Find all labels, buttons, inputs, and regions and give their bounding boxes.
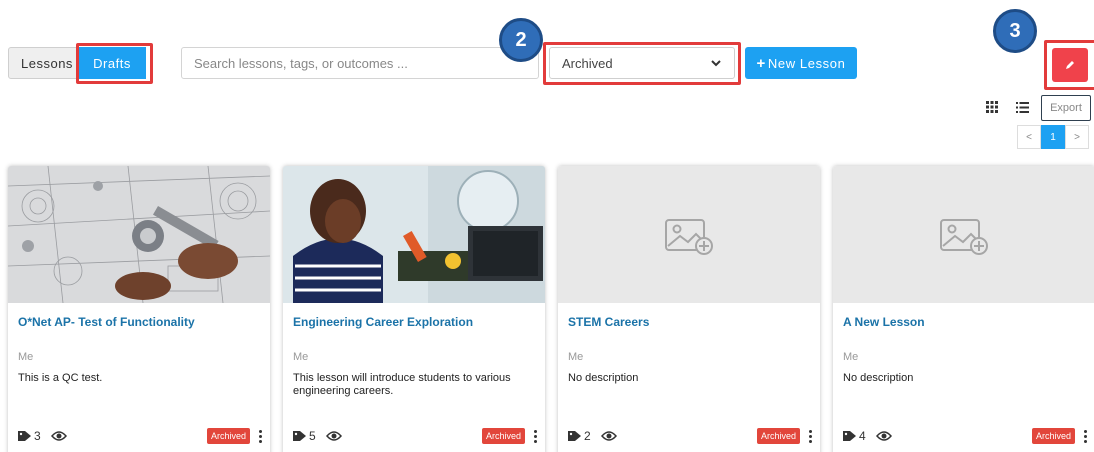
tag-count: 3 [34, 429, 41, 443]
tab-lessons[interactable]: Lessons [8, 47, 78, 79]
pencil-icon [1066, 61, 1074, 69]
eye-icon [600, 431, 617, 441]
eye-icon [325, 431, 342, 441]
status-filter-value: Archived [562, 55, 613, 71]
lesson-card-grid: O*Net AP- Test of Functionality Me This … [8, 166, 1094, 452]
pager-next[interactable]: > [1065, 125, 1089, 149]
lesson-title[interactable]: Engineering Career Exploration [283, 315, 545, 329]
chevron-down-icon [711, 60, 721, 67]
lesson-author: Me [293, 351, 309, 363]
kebab-icon[interactable] [259, 429, 263, 443]
lesson-title[interactable]: O*Net AP- Test of Functionality [8, 315, 270, 329]
new-lesson-label: New Lesson [767, 55, 846, 71]
lesson-author: Me [18, 351, 34, 363]
plus-icon: + [756, 54, 766, 72]
new-lesson-button[interactable]: + New Lesson [745, 47, 857, 79]
eye-icon [50, 431, 67, 441]
lesson-card[interactable]: STEM Careers Me No description 2 Archive… [558, 166, 820, 452]
image-placeholder-icon [665, 219, 713, 255]
status-filter-select[interactable]: Archived [549, 47, 735, 79]
lesson-card[interactable]: O*Net AP- Test of Functionality Me This … [8, 166, 270, 452]
lesson-author: Me [568, 351, 584, 363]
tag-icon [843, 431, 856, 441]
image-placeholder-icon [940, 219, 988, 255]
tab-drafts[interactable]: Drafts [78, 47, 146, 79]
callout-badge-2: 2 [499, 18, 543, 62]
pagination: < 1 > [1017, 125, 1089, 149]
status-badge: Archived [481, 428, 525, 444]
pager-page-1[interactable]: 1 [1041, 125, 1065, 149]
tag-icon [568, 431, 581, 441]
lesson-title[interactable]: A New Lesson [833, 315, 1094, 329]
status-badge: Archived [206, 428, 250, 444]
lesson-thumbnail [283, 166, 545, 303]
callout-badge-3: 3 [993, 9, 1037, 53]
status-badge: Archived [756, 428, 800, 444]
lesson-card[interactable]: Engineering Career Exploration Me This l… [283, 166, 545, 452]
lesson-thumbnail [8, 166, 270, 303]
lesson-card[interactable]: A New Lesson Me No description 4 Archive… [833, 166, 1094, 452]
export-button[interactable]: Export [1041, 95, 1091, 121]
lesson-thumbnail [558, 166, 820, 303]
card-footer: 2 Archived [568, 428, 813, 444]
search-input[interactable] [181, 47, 539, 79]
grid-icon [986, 101, 998, 113]
lesson-description: This lesson will introduce students to v… [293, 372, 511, 397]
list-view-button[interactable] [1011, 96, 1033, 118]
lesson-title[interactable]: STEM Careers [558, 315, 820, 329]
eye-icon [875, 431, 892, 441]
lesson-description: No description [568, 372, 639, 384]
tag-icon [18, 431, 31, 441]
tag-icon [293, 431, 306, 441]
lesson-thumbnail [833, 166, 1094, 303]
tag-count: 5 [309, 429, 316, 443]
list-icon [1015, 101, 1029, 113]
lesson-description: This is a QC test. [18, 372, 103, 384]
pager-prev[interactable]: < [1017, 125, 1041, 149]
card-footer: 4 Archived [843, 428, 1088, 444]
lesson-description: No description [843, 372, 914, 384]
tag-count: 2 [584, 429, 591, 443]
tag-count: 4 [859, 429, 866, 443]
student-robotics-image [283, 166, 545, 303]
view-toggle: Lessons Drafts [8, 47, 146, 79]
edit-button[interactable] [1052, 48, 1088, 82]
kebab-icon[interactable] [809, 429, 813, 443]
status-badge: Archived [1031, 428, 1075, 444]
kebab-icon[interactable] [534, 429, 538, 443]
engineering-drawing-image [8, 166, 270, 303]
grid-view-button[interactable] [981, 96, 1003, 118]
lesson-author: Me [843, 351, 859, 363]
card-footer: 5 Archived [293, 428, 538, 444]
kebab-icon[interactable] [1084, 429, 1088, 443]
card-footer: 3 Archived [18, 428, 263, 444]
